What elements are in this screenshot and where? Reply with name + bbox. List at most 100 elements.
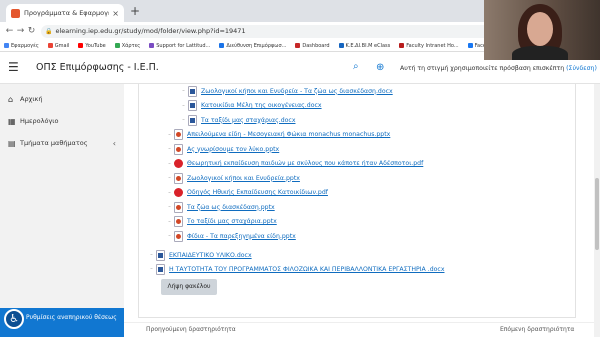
file-row[interactable]: – Φίδια - Τα παρεξηγημένα είδη.pptx [165, 230, 296, 242]
download-folder-button[interactable]: Λήψη φακέλου [161, 279, 217, 295]
bookmark-label: Gmail [54, 42, 70, 49]
pptx-file-icon [174, 230, 183, 242]
guest-access-text: Αυτή τη στιγμή χρησιμοποιείτε πρόσβαση ε… [400, 65, 565, 72]
browser-tab[interactable]: Προγράμματα & Εφαρμογές - Ε × [6, 4, 124, 22]
tree-connector: – [168, 189, 171, 196]
drawer-item-label: Τμήματα μαθήματος [20, 139, 88, 147]
tab-close-icon[interactable]: × [112, 9, 119, 18]
bookmark-favicon-icon [78, 43, 84, 48]
file-link[interactable]: Θεωρητική εκπαίδευση παιδιών με σκύλους … [187, 160, 423, 167]
next-activity-link[interactable]: Επόμενη δραστηριότητα [500, 326, 574, 333]
file-link[interactable]: Φίδια - Τα παρεξηγημένα είδη.pptx [187, 233, 296, 240]
lock-icon: 🔒 [45, 27, 53, 35]
file-link[interactable]: Το ταξίδι μας σταχάρια.pptx [187, 218, 277, 225]
bookmark-label: Χάρτες [121, 42, 141, 49]
drawer-item[interactable]: ▤ Τμήματα μαθήματος ‹ [0, 132, 124, 154]
bookmark-favicon-icon [114, 43, 120, 48]
chevron-left-icon[interactable]: ‹ [113, 139, 116, 148]
bookmark-item[interactable]: Κ.Ε.ΔΙ.ΒΙ.Μ eClass [338, 42, 391, 49]
bookmark-item[interactable]: Διεύθυνση Επιμόρφωσ... [219, 43, 286, 49]
file-link[interactable]: Ζωολογικοί κήποι και Ενυδρεία - Τα ζώα ω… [201, 88, 393, 95]
reload-icon[interactable]: ↻ [26, 26, 37, 36]
bookmark-favicon-icon [4, 43, 9, 48]
bookmark-item[interactable]: Χάρτες [114, 42, 141, 49]
previous-activity-link[interactable]: Προηγούμενη δραστηριότητα [146, 326, 236, 333]
bookmark-label: Εφαρμογές [11, 42, 39, 49]
file-link[interactable]: Οδηγός Ηθικής Εκπαίδευσης Κατοικίδιων.pd… [187, 189, 328, 196]
file-link[interactable]: ΕΚΠΑΙΔΕΥΤΙΚΟ ΥΛΙΚΟ.docx [169, 252, 252, 259]
bookmark-label: Κ.Ε.ΔΙ.ΒΙ.Μ eClass [345, 42, 391, 49]
docx-file-icon [156, 249, 165, 261]
site-favicon-icon [11, 8, 20, 18]
address-bar[interactable]: 🔒 elearning.iep.edu.gr/study/mod/folder/… [41, 24, 511, 38]
file-row[interactable]: – Ας γνωρίσουμε τον λύκο.pptx [165, 143, 279, 155]
guest-access-notice: Αυτή τη στιγμή χρησιμοποιείτε πρόσβαση ε… [400, 65, 597, 72]
folder-tree: Λήψη φακέλου – Ζωολογικοί κήποι και Ενυδρ… [138, 84, 576, 318]
file-link[interactable]: Η ΤΑΥΤΟΤΗΤΑ ΤΟΥ ΠΡΟΓΡΑΜΜΑΤΟΣ ΦΙΛΟΖΩΙΚΑ Κ… [169, 266, 444, 273]
file-row[interactable]: – Το ταξίδι μας σταχάρια.pptx [165, 216, 277, 228]
menu-hamburger-icon[interactable]: ☰ [8, 61, 19, 73]
file-link[interactable]: Κατοικίδια Μέλη της οικογένειας.docx [201, 102, 322, 109]
language-globe-icon[interactable]: ⊕ [376, 62, 384, 73]
presenter-face [527, 12, 553, 46]
scrollbar-thumb[interactable] [595, 178, 599, 250]
bookmark-item[interactable]: YouTube [78, 42, 106, 49]
file-row[interactable]: – Τα ζώα ως διασκέδαση.pptx [165, 201, 275, 213]
docx-file-icon [188, 114, 197, 126]
back-arrow-icon[interactable]: ← [4, 26, 15, 36]
site-name[interactable]: ΟΠΣ Επιμόρφωσης - Ι.Ε.Π. [36, 62, 159, 73]
bookmark-item[interactable]: Support for Lattitud... [149, 43, 210, 49]
pptx-file-icon [174, 143, 183, 155]
file-link[interactable]: Απειλούμενα είδη - Μεσογειακή Φώκια mona… [187, 131, 390, 138]
login-link[interactable]: (Σύνδεση) [566, 65, 597, 72]
tree-connector: – [150, 252, 153, 258]
file-row[interactable]: – Η ΤΑΥΤΟΤΗΤΑ ΤΟΥ ΠΡΟΓΡΑΜΜΑΤΟΣ ΦΙΛΟΖΩΙΚΑ … [147, 263, 444, 275]
bookmark-favicon-icon [295, 43, 301, 48]
new-tab-button[interactable]: + [130, 4, 140, 18]
bookmark-item[interactable]: Εφαρμογές [4, 43, 39, 49]
forward-arrow-icon[interactable]: → [15, 26, 26, 36]
bookmark-item[interactable]: Gmail [47, 42, 70, 49]
drawer-item-label: Ημερολόγιο [20, 117, 59, 125]
file-row[interactable]: – Οδηγός Ηθικής Εκπαίδευσης Κατοικίδιων.p… [165, 187, 328, 199]
tree-connector: – [168, 146, 171, 152]
bookmark-favicon-icon [219, 43, 225, 48]
tree-connector: – [182, 102, 185, 109]
tree-connector: – [168, 160, 171, 167]
file-row[interactable]: – Κατοικίδια Μέλη της οικογένειας.docx [179, 100, 322, 112]
drawer-item[interactable]: ▦ Ημερολόγιο [0, 110, 124, 132]
docx-file-icon [188, 85, 197, 97]
bookmark-label: Faculty Intranet Ho... [406, 42, 459, 49]
file-link[interactable]: Ζωολογικοί κήποι και Ενυδρεία.pptx [187, 175, 300, 182]
search-icon[interactable]: ⌕ [353, 61, 359, 72]
bookmark-label: Support for Lattitud... [156, 42, 211, 49]
pptx-file-icon [174, 201, 183, 213]
accessibility-label[interactable]: Ρυθμίσεις αναπηρικού θέσεως [26, 314, 117, 321]
pdf-file-icon [174, 158, 183, 169]
drawer-item[interactable]: ⌂ Αρχική [0, 88, 124, 110]
file-row[interactable]: – Ζωολογικοί κήποι και Ενυδρεία.pptx [165, 172, 300, 184]
file-row[interactable]: – Τα ταξίδι μας σταχάριας.docx [179, 114, 296, 126]
bookmark-favicon-icon [338, 43, 344, 48]
pdf-file-icon [174, 187, 183, 198]
tree-connector: – [168, 218, 171, 225]
bookmark-label: Dashboard [302, 42, 330, 49]
file-row[interactable]: – Απειλούμενα είδη - Μεσογειακή Φώκια mon… [165, 129, 390, 141]
docx-file-icon [156, 263, 165, 275]
file-link[interactable]: Τα ταξίδι μας σταχάριας.docx [201, 117, 296, 124]
file-row[interactable]: – ΕΚΠΑΙΔΕΥΤΙΚΟ ΥΛΙΚΟ.docx [147, 249, 252, 261]
file-link[interactable]: Ας γνωρίσουμε τον λύκο.pptx [187, 146, 279, 153]
accessibility-icon[interactable]: ♿ [4, 309, 24, 329]
calendar-icon: ▦ [8, 116, 16, 126]
bookmark-label: YouTube [85, 42, 106, 49]
tree-connector: – [150, 266, 153, 272]
bookmark-item[interactable]: Faculty Intranet Ho... [399, 42, 459, 49]
bookmark-item[interactable]: Dashboard [295, 42, 330, 49]
bookmark-favicon-icon [149, 43, 155, 48]
file-row[interactable]: – Ζωολογικοί κήποι και Ενυδρεία - Τα ζώα … [179, 85, 393, 97]
file-link[interactable]: Τα ζώα ως διασκέδαση.pptx [187, 204, 275, 211]
file-row[interactable]: – Θεωρητική εκπαίδευση παιδιών με σκύλους… [165, 158, 423, 170]
nav-drawer: ⌂ Αρχική ▦ Ημερολόγιο ▤ Τμήματα μαθήματος ‹ [0, 84, 124, 337]
bookmark-favicon-icon [467, 43, 473, 48]
tree-connector: – [168, 204, 171, 210]
